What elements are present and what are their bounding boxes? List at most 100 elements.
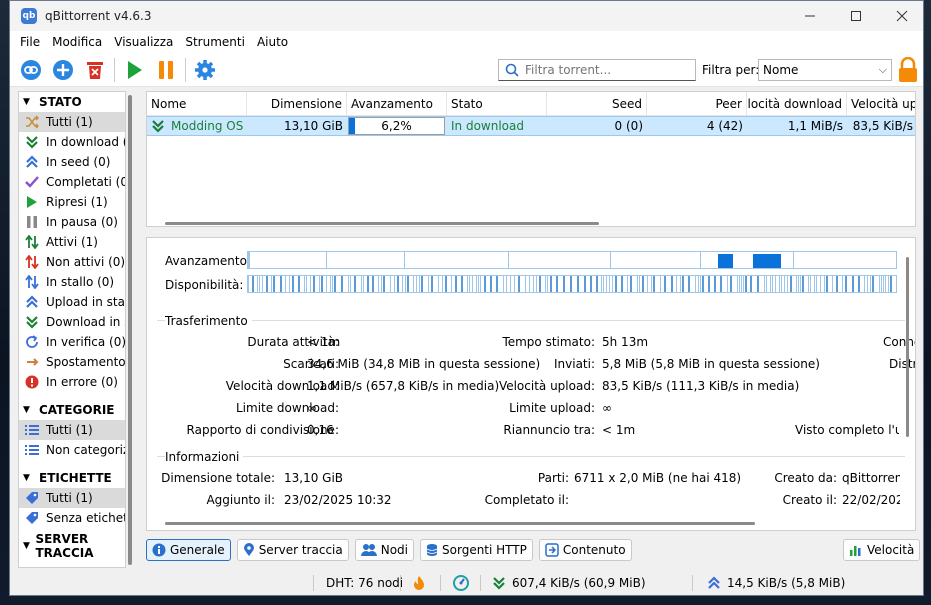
window-title: qBittorrent v4.6.3 [45,9,152,23]
delete-button[interactable] [82,57,108,83]
value-rapporto: 0,16 [307,423,334,437]
column-header-stato[interactable]: Stato [447,92,547,116]
options-button[interactable] [192,57,218,83]
content-icon [545,543,559,557]
tab-sorgenti-http[interactable]: Sorgenti HTTP [420,539,533,561]
tab-nodi[interactable]: Nodi [354,539,415,561]
sidebar-item-categoria-tutti[interactable]: Tutti (1) [19,420,125,440]
menu-aiuto[interactable]: Aiuto [251,35,294,49]
progress-text: 6,2% [381,119,412,133]
lock-button[interactable] [896,56,920,83]
users-icon [360,543,377,557]
menu-modifica[interactable]: Modifica [46,35,108,49]
column-header-avanzamento[interactable]: Avanzamento [347,92,447,116]
menu-file[interactable]: File [14,35,46,49]
column-header-peer[interactable]: Peer [647,92,747,116]
column-header-dimensione[interactable]: Dimensione [247,92,347,116]
pause-button[interactable] [153,57,179,83]
table-header: Nome Dimensione Avanzamento Stato Seed P… [147,92,915,116]
label-dimensione-totale: Dimensione totale: [161,471,275,485]
details-vertical-scrollbar[interactable] [906,257,909,437]
title-bar: qb qBittorrent v4.6.3 [10,1,923,31]
sidebar-item-stato-0[interactable]: Tutti (1) [19,112,125,132]
menu-visualizza[interactable]: Visualizza [108,35,179,49]
sidebar-item-stato-1[interactable]: In download (1) [19,132,125,152]
gear-icon [195,59,215,80]
play-icon [128,60,142,79]
label-distribuiti: Distribuiti: [889,357,915,371]
column-header-velocita-upload[interactable]: Velocità upload [847,92,915,116]
download-icon [23,134,41,150]
toolbar-separator [185,57,186,82]
flame-icon[interactable] [413,575,425,594]
torrent-list: Nome Dimensione Avanzamento Stato Seed P… [146,91,916,227]
collapse-caret-icon: ▼ [23,405,30,415]
sidebar-item-stato-4[interactable]: Ripresi (1) [19,192,125,212]
transfer-group-title: Trasferimento [165,314,252,328]
upload-speed-status: 14,5 KiB/s (5,8 MiB) [727,576,846,590]
column-header-seed[interactable]: Seed [547,92,647,116]
sidebar-item-etichetta-tutti[interactable]: Tutti (1) [19,488,125,508]
resume-button[interactable] [121,57,147,83]
sidebar-item-label: Tutti (1) [46,423,93,437]
sidebar-item-stato-2[interactable]: In seed (0) [19,152,125,172]
location-pin-icon [243,543,255,557]
section-header-server-traccia[interactable]: ▼ SERVER TRACCIA [19,532,125,560]
table-horizontal-scrollbar[interactable] [165,222,599,225]
sidebar-item-stato-8[interactable]: In stallo (0) [19,272,125,292]
details-horizontal-scrollbar[interactable] [165,522,755,525]
tab-server-traccia[interactable]: Server traccia [236,539,349,561]
pause-icon [159,60,173,79]
tab-contenuto[interactable]: Contenuto [538,539,632,561]
value-velocita-upload: 83,5 KiB/s (111,3 KiB/s in media) [602,379,800,393]
section-header-stato[interactable]: ▼ STATO [19,92,125,112]
sidebar-item-stato-11[interactable]: In verifica (0) [19,332,125,352]
progress-bar: 6,2% [348,117,445,135]
column-header-velocita-download[interactable]: Velocità download [747,92,847,116]
sidebar-item-stato-7[interactable]: Non attivi (0) [19,252,125,272]
close-icon [896,10,908,22]
sidebar-item-stato-6[interactable]: Attivi (1) [19,232,125,252]
updown-icon [23,254,41,270]
sidebar: ▼ STATO Tutti (1) In download (1) In seed (… [18,91,126,568]
section-header-categorie[interactable]: ▼ CATEGORIE [19,400,125,420]
value-parti: 6711 x 2,0 MiB (ne hai 418) [574,471,742,485]
cell-size: 13,10 GiB [283,119,343,133]
filter-select[interactable]: Nome ⌵ [758,59,892,81]
search-box[interactable] [498,59,696,81]
sidebar-item-non-categorizzati[interactable]: Non categorizzati (1) [19,440,125,460]
pieces-progress-bar [247,251,897,269]
sidebar-item-stato-10[interactable]: Download in stallo (0) [19,312,125,332]
minimize-button[interactable] [787,1,833,31]
updown-icon [23,274,41,290]
close-button[interactable] [879,1,923,31]
tab-label: Nodi [380,543,409,557]
section-header-etichette[interactable]: ▼ ETICHETTE [19,468,125,488]
sidebar-item-label: In stallo (0) [46,275,115,289]
minimize-icon [805,15,815,17]
add-link-button[interactable] [18,57,44,83]
value-creato-il: 22/02/2025 [842,493,900,507]
table-row[interactable]: Modding OS 13,10 GiB 6,2% In download 0 … [147,116,915,136]
add-torrent-button[interactable] [50,57,76,83]
search-input[interactable] [525,63,685,77]
sidebar-item-stato-12[interactable]: Spostamento (0) [19,352,125,372]
sidebar-scrollbar[interactable] [128,95,132,565]
label-creato-da: Creato da: [774,471,837,485]
sidebar-item-stato-5[interactable]: In pausa (0) [19,212,125,232]
speed-graph-button[interactable]: Velocità [843,539,921,561]
sidebar-item-senza-etichetta[interactable]: Senza etichetta (1) [19,508,125,528]
column-header-nome[interactable]: Nome [147,92,247,116]
label-visto-completo: Visto completo l'ultima volta: [795,423,899,437]
menu-strumenti[interactable]: Strumenti [179,35,251,49]
tab-generale[interactable]: Generale [146,539,231,561]
sidebar-item-stato-3[interactable]: Completati (0) [19,172,125,192]
section-title: ETICHETTE [39,471,112,485]
sidebar-item-stato-13[interactable]: In errore (0) [19,372,125,392]
sidebar-item-stato-9[interactable]: Upload in stallo (0) [19,292,125,312]
cell-download-speed: 1,1 MiB/s [787,119,843,133]
maximize-button[interactable] [833,1,879,31]
speed-limit-icon[interactable] [453,575,469,594]
tag-icon [23,490,41,506]
cell-upload-speed: 83,5 KiB/s [852,119,913,133]
